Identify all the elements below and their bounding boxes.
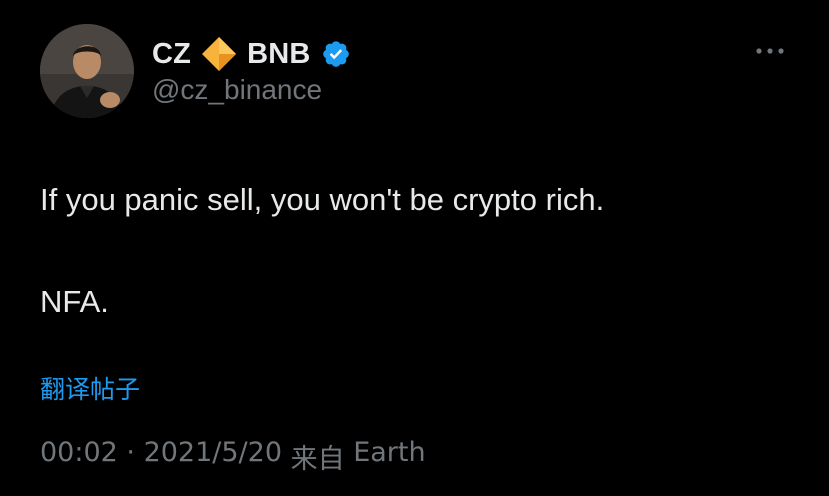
tweet-card: CZ BNB @cz_binance If you panic sell, yo… [0,0,829,496]
tweet-date[interactable]: 2021/5/20 [144,437,282,476]
display-name-first[interactable]: CZ [152,38,191,71]
avatar[interactable] [40,24,134,118]
meta-separator: · [117,437,144,468]
more-dots-icon [756,48,784,54]
author-name-row[interactable]: CZ BNB [152,34,351,74]
translate-post-link[interactable]: 翻译帖子 [40,370,140,406]
author-handle[interactable]: @cz_binance [152,74,322,106]
verified-badge-icon[interactable] [321,39,351,69]
display-name-second[interactable]: BNB [247,38,310,71]
more-options-button[interactable] [752,36,788,66]
tweet-time[interactable]: 00:02 [40,437,118,476]
tweet-text-line: If you panic sell, you won't be crypto r… [40,182,605,217]
tweet-meta: 00:02 · 2021/5/20 来自 Earth [40,437,426,476]
tweet-body: If you panic sell, you won't be crypto r… [40,174,604,328]
source-prefix: 来自 [282,444,354,475]
avatar-photo-icon [40,24,134,118]
tweet-source: Earth [353,437,426,468]
orange-diamond-icon [199,34,239,74]
tweet-text-line: NFA. [40,284,109,319]
